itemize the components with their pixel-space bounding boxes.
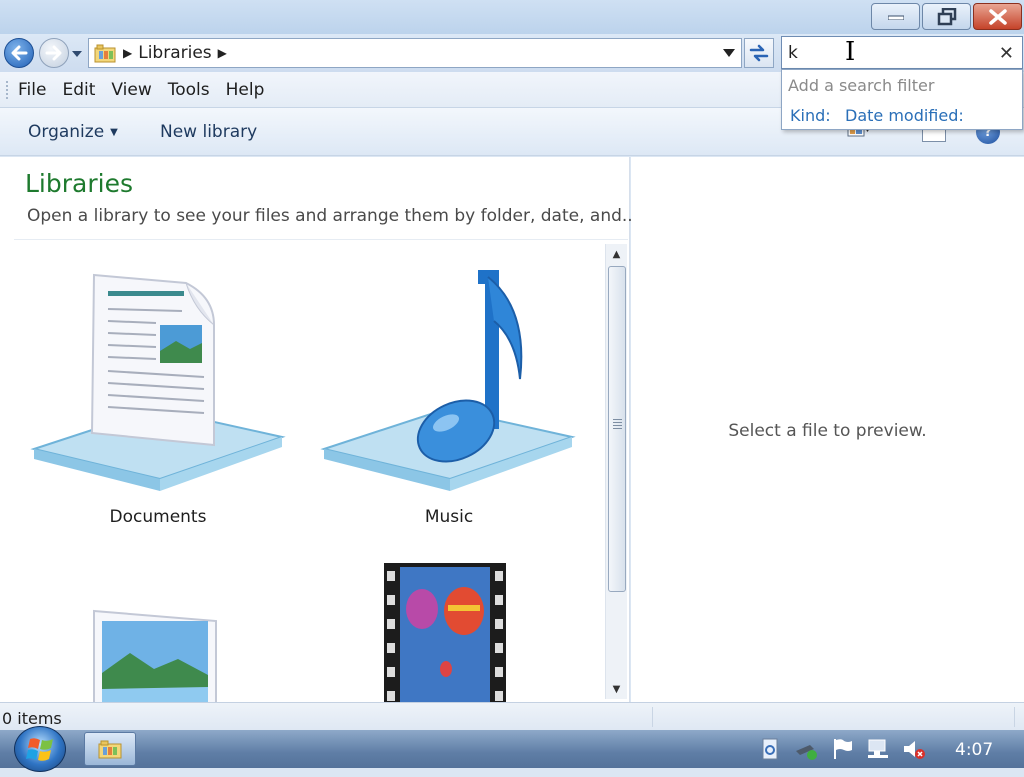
organize-label: Organize bbox=[28, 122, 105, 142]
address-dropdown-icon[interactable] bbox=[723, 48, 735, 58]
search-input[interactable]: k ✕ bbox=[781, 36, 1023, 69]
header-divider bbox=[14, 239, 628, 240]
documents-library-icon bbox=[30, 273, 286, 491]
text-cursor-icon: I bbox=[845, 37, 856, 67]
back-button[interactable] bbox=[4, 38, 34, 68]
item-count: 0 items bbox=[2, 709, 62, 728]
scroll-up-arrow-icon[interactable]: ▲ bbox=[606, 244, 627, 264]
breadcrumb-chevron-icon[interactable]: ▶ bbox=[123, 46, 132, 60]
menu-help[interactable]: Help bbox=[226, 80, 265, 100]
videos-library-icon bbox=[384, 563, 506, 702]
safely-remove-hardware-icon[interactable] bbox=[794, 737, 818, 761]
taskbar-clock[interactable]: 4:07 bbox=[955, 740, 993, 760]
library-documents[interactable]: Documents bbox=[26, 269, 290, 527]
action-center-flag-icon[interactable] bbox=[830, 737, 854, 761]
taskbar-explorer-button[interactable] bbox=[84, 732, 136, 766]
music-library-icon bbox=[320, 270, 576, 491]
chevron-down-icon: ▼ bbox=[110, 127, 118, 138]
back-arrow-icon bbox=[11, 45, 28, 61]
library-content-pane: Libraries Open a library to see your fil… bbox=[0, 157, 638, 702]
forward-arrow-icon bbox=[45, 45, 62, 61]
menu-tools[interactable]: Tools bbox=[168, 80, 210, 100]
close-button[interactable] bbox=[973, 3, 1022, 30]
kind-filter-link[interactable]: Kind: bbox=[790, 106, 831, 125]
breadcrumb-chevron-icon[interactable]: ▶ bbox=[218, 46, 227, 60]
organize-button[interactable]: Organize ▼ bbox=[28, 122, 118, 142]
preview-message: Select a file to preview. bbox=[728, 421, 927, 441]
libraries-folder-icon bbox=[94, 44, 116, 63]
page-title: Libraries bbox=[25, 169, 133, 198]
forward-button[interactable] bbox=[39, 38, 69, 68]
library-label-documents: Documents bbox=[109, 507, 207, 527]
taskbar: 4:07 bbox=[0, 726, 1024, 772]
menu-grip bbox=[6, 80, 10, 99]
library-label-music: Music bbox=[424, 507, 474, 527]
windows-logo-icon bbox=[26, 738, 53, 761]
address-bar[interactable]: ▶ Libraries ▶ bbox=[88, 38, 742, 68]
breadcrumb-libraries[interactable]: Libraries bbox=[138, 43, 211, 63]
library-pictures[interactable] bbox=[92, 609, 220, 702]
recent-pages-dropdown-icon[interactable] bbox=[71, 48, 83, 60]
refresh-icon bbox=[749, 44, 769, 62]
menu-view[interactable]: View bbox=[111, 80, 151, 100]
status-bar: 0 items bbox=[0, 702, 1024, 730]
search-input-value: k bbox=[788, 42, 798, 63]
menu-edit[interactable]: Edit bbox=[62, 80, 95, 100]
status-divider bbox=[1014, 707, 1015, 727]
content-scrollbar[interactable]: ▲ ▼ bbox=[605, 244, 627, 699]
library-videos[interactable] bbox=[382, 561, 508, 702]
date-modified-filter-link[interactable]: Date modified: bbox=[845, 106, 964, 125]
minimize-button[interactable] bbox=[871, 3, 920, 30]
status-divider bbox=[652, 707, 653, 727]
restore-button[interactable] bbox=[922, 3, 971, 30]
scrollbar-thumb[interactable] bbox=[608, 266, 626, 592]
title-bar bbox=[0, 0, 1024, 34]
start-button[interactable] bbox=[14, 726, 66, 772]
minimize-icon bbox=[887, 15, 904, 20]
page-subtitle: Open a library to see your files and arr… bbox=[27, 206, 639, 226]
menu-file[interactable]: File bbox=[18, 80, 46, 100]
preview-pane: Select a file to preview. bbox=[631, 157, 1024, 702]
clear-search-icon[interactable]: ✕ bbox=[999, 43, 1014, 64]
new-library-button[interactable]: New library bbox=[160, 122, 257, 142]
network-icon[interactable] bbox=[866, 737, 890, 761]
refresh-button[interactable] bbox=[744, 38, 774, 68]
restore-icon bbox=[937, 7, 956, 25]
library-music[interactable]: Music bbox=[318, 269, 580, 527]
search-filter-popup: Add a search filter Kind: Date modified: bbox=[781, 69, 1023, 130]
scroll-down-arrow-icon[interactable]: ▼ bbox=[606, 679, 627, 699]
scrollbar-grip bbox=[613, 419, 622, 431]
search-filter-hint: Add a search filter bbox=[788, 76, 935, 95]
pictures-library-icon bbox=[93, 609, 217, 702]
libraries-folder-icon bbox=[98, 740, 122, 759]
volume-muted-icon[interactable] bbox=[902, 737, 926, 761]
close-icon bbox=[988, 8, 1007, 25]
notification-document-icon[interactable] bbox=[758, 737, 782, 761]
